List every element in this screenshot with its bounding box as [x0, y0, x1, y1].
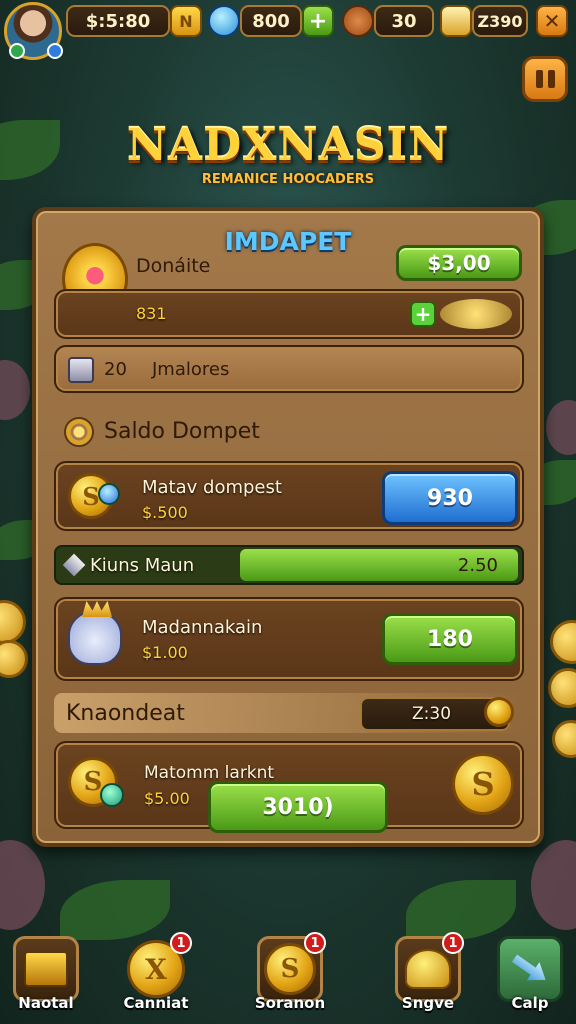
wallet-row-2: Madannakain $1.00 180: [54, 597, 524, 681]
pause-button[interactable]: [522, 56, 568, 102]
pause-icon: [535, 70, 543, 88]
gem-add-button[interactable]: +: [302, 5, 334, 37]
cube-icon: [62, 553, 86, 577]
section-heading-knaondeat: Knaondeat: [66, 701, 185, 726]
wood-counter: 30: [374, 5, 434, 37]
row1-title: Matav dompest: [142, 477, 282, 498]
game-title: NADXNASIN: [126, 120, 450, 171]
nav-label: Naotal: [18, 994, 74, 1012]
nav-label: Calp: [511, 994, 549, 1012]
green-gem-icon: [100, 783, 124, 807]
player-avatar[interactable]: [4, 2, 63, 60]
crown-icon: [82, 601, 112, 617]
notice-count: 20: [104, 359, 127, 380]
bar-label: Kiuns Maun: [90, 555, 195, 576]
treasure-chest-icon: [13, 936, 79, 1002]
nav-item-soranon[interactable]: S 1 Soranon: [250, 932, 330, 1020]
row3-title: Matomm larknt: [144, 763, 275, 783]
row2-amount: $1.00: [142, 643, 188, 662]
gold-nuggets-icon: [440, 299, 512, 329]
notice-text: Jmalores: [152, 359, 230, 380]
wallet-row-1: S Matav dompest $.500 930: [54, 461, 524, 531]
top-resource-bar: $:5:80 N 800 + 30 Z390 ✕: [0, 0, 576, 60]
donate-amount-button[interactable]: $3,00: [396, 245, 522, 281]
notification-badge: 1: [442, 932, 464, 954]
nav-label: Sngve: [401, 994, 455, 1012]
row2-action-button[interactable]: 180: [382, 613, 518, 665]
stone-block-icon: [68, 357, 94, 383]
big-coin-icon: S: [452, 753, 514, 815]
row1-amount: $.500: [142, 503, 188, 522]
donate-add-icon[interactable]: +: [410, 301, 436, 327]
row3-amount: $5.00: [144, 789, 190, 808]
row3-action-button[interactable]: 3010): [208, 781, 388, 833]
rank-badge-icon: [47, 43, 63, 59]
donate-sub-value: 831: [136, 304, 167, 323]
donate-label: Donáite: [136, 255, 211, 277]
arrow-icon: [497, 936, 563, 1002]
gold-counter: $:5:80: [66, 5, 170, 37]
wood-value: 30: [391, 10, 417, 32]
chest-counter: Z390: [472, 5, 528, 37]
close-icon: ✕: [543, 9, 561, 33]
notification-badge: 1: [304, 932, 326, 954]
gold-add-button[interactable]: N: [170, 5, 202, 37]
nav-item-sngve[interactable]: 1 Sngve: [388, 932, 468, 1020]
close-button[interactable]: ✕: [536, 5, 568, 37]
notification-badge: 1: [170, 932, 192, 954]
knaondeat-value: Z:30: [412, 704, 452, 724]
wallet-row-3: S Matomm larknt $5.00 3010) S: [54, 741, 524, 833]
wood-icon: [342, 5, 374, 37]
game-subtitle: REMANICE HOOCADERS: [201, 172, 375, 187]
gear-icon: [64, 417, 94, 447]
bar-value: 2.50: [457, 555, 498, 576]
progress-bar-track: Kiuns Maun 2.50: [54, 545, 524, 585]
gem-icon: [208, 5, 240, 37]
nav-label: Soranon: [254, 994, 326, 1012]
nav-item-calp[interactable]: Calp: [490, 936, 570, 1020]
coin-stack-icon: [484, 697, 514, 727]
nav-item-naotal[interactable]: Naotal: [6, 936, 86, 1020]
chest-icon: [440, 5, 472, 37]
main-panel: IMDAPET Donáite $3,00 831 + 20 Jmalores …: [32, 207, 544, 847]
notice-row: 20 Jmalores: [54, 345, 524, 393]
gem-value: 800: [252, 10, 290, 32]
cat-mascot-icon: [68, 601, 122, 665]
nav-item-canniat[interactable]: X 1 Canniat: [116, 932, 196, 1020]
level-badge-icon: [9, 43, 25, 59]
row2-title: Madannakain: [142, 617, 263, 638]
row1-action-button[interactable]: 930: [382, 471, 518, 525]
donate-progress-row: 831 +: [54, 289, 524, 339]
section-heading-saldo: Saldo Dompet: [104, 419, 260, 444]
blue-gem-icon: [98, 483, 120, 505]
gem-counter: 800: [240, 5, 302, 37]
gold-value: $:5:80: [85, 10, 151, 32]
chest-value: Z390: [477, 11, 523, 31]
